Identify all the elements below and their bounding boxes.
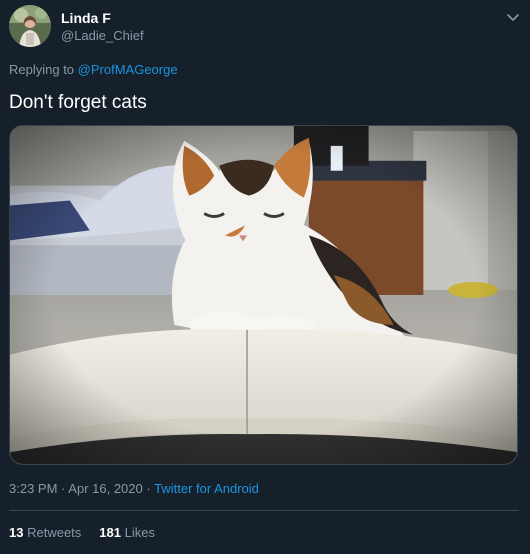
likes-count: 181: [99, 525, 121, 540]
user-handle[interactable]: @Ladie_Chief: [61, 28, 144, 43]
tweet-text: Don't forget cats: [9, 92, 147, 113]
replying-to: Replying to @ProfMAGeorge: [9, 62, 178, 78]
retweets-count: 13: [9, 525, 24, 540]
tweet-time[interactable]: 3:23 PM: [9, 481, 57, 496]
photo-cat-on-book: [10, 126, 517, 464]
tweet-metadata: 3:23 PM · Apr 16, 2020 · Twitter for And…: [9, 481, 259, 497]
display-name[interactable]: Linda F: [61, 10, 111, 26]
likes-label: Likes: [124, 525, 155, 540]
replying-to-label: Replying to: [9, 62, 75, 77]
tweet-source-link[interactable]: Twitter for Android: [154, 481, 259, 496]
avatar[interactable]: [9, 5, 51, 47]
profile-photo: [9, 5, 51, 47]
separator-dot: ·: [146, 481, 151, 496]
tweet-date[interactable]: Apr 16, 2020: [68, 481, 142, 496]
separator-dot: ·: [61, 481, 66, 496]
retweets-label: Retweets: [27, 525, 82, 540]
likes-stat[interactable]: 181 Likes: [99, 525, 155, 540]
engagement-stats: 13 Retweets 181 Likes: [9, 525, 155, 541]
tweet-photo[interactable]: [9, 125, 518, 465]
tweet-detail: Linda F @Ladie_Chief Replying to @ProfMA…: [0, 0, 530, 554]
mention-link[interactable]: @ProfMAGeorge: [78, 62, 178, 77]
retweets-stat[interactable]: 13 Retweets: [9, 525, 81, 540]
chevron-down-icon[interactable]: [505, 9, 521, 25]
divider: [9, 510, 519, 511]
